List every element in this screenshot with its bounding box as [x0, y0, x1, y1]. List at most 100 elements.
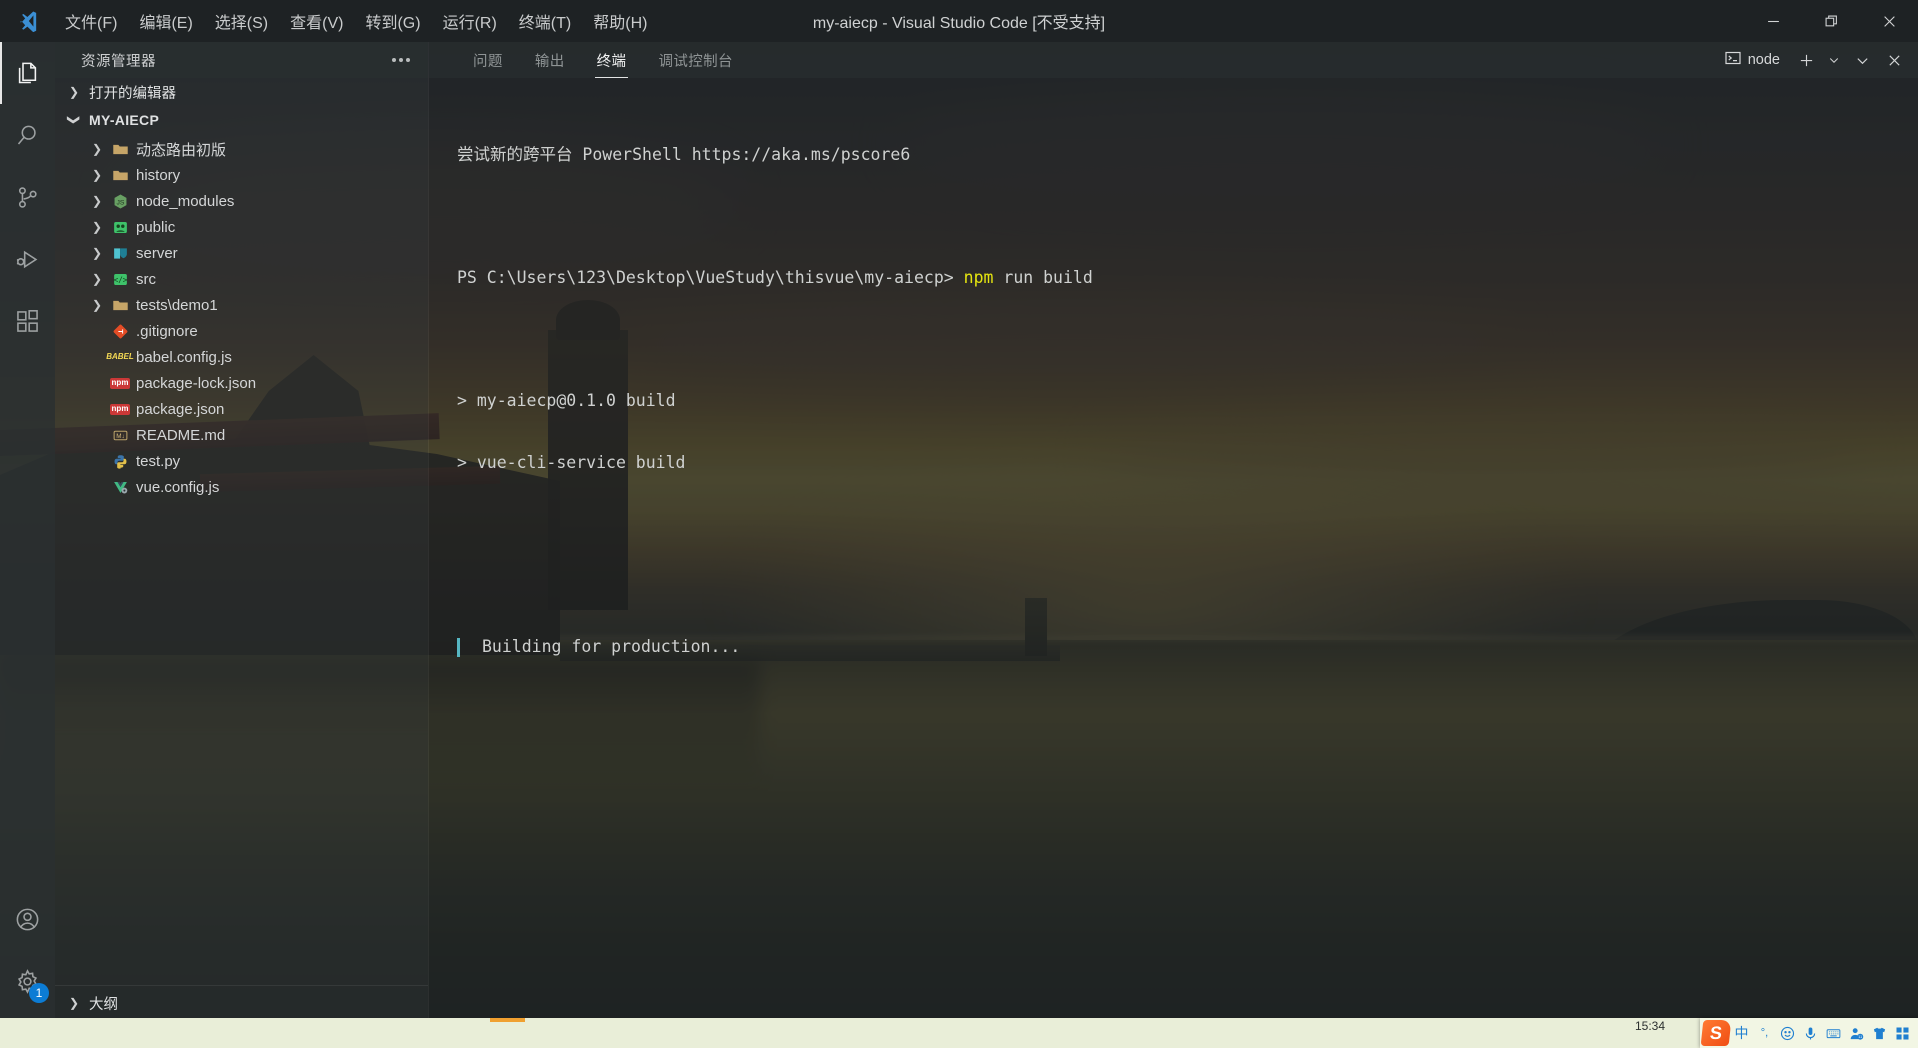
maximize-panel-button[interactable] — [1848, 46, 1876, 74]
tree-label: package-lock.json — [136, 374, 257, 392]
close-button[interactable] — [1860, 0, 1918, 42]
section-project-root[interactable]: ❯ MY-AIECP — [55, 106, 428, 134]
ime-chinese-mode-icon[interactable]: 中 — [1730, 1019, 1753, 1047]
tab-output[interactable]: 输出 — [519, 42, 581, 78]
tree-row-folder[interactable]: ❯ server — [55, 240, 428, 266]
tree-label: src — [136, 270, 156, 288]
terminal-status-line: Building for production... — [457, 637, 1918, 658]
chevron-right-icon[interactable]: ❯ — [87, 142, 107, 156]
activity-item-manage[interactable]: 1 — [0, 950, 55, 1012]
new-terminal-button[interactable] — [1792, 46, 1820, 74]
terminal-output[interactable]: 尝试新的跨平台 PowerShell https://aka.ms/pscore… — [429, 78, 1918, 1020]
tree-row-file[interactable]: test.py — [55, 448, 428, 474]
restore-button[interactable] — [1802, 0, 1860, 42]
vue-config-icon — [107, 479, 133, 496]
chevron-right-icon[interactable]: ❯ — [87, 272, 107, 286]
folder-icon — [107, 167, 133, 184]
activity-item-source-control[interactable] — [0, 166, 55, 228]
ime-toolbox-icon[interactable] — [1891, 1019, 1914, 1047]
taskbar-clock: 15:34 — [1634, 1019, 1666, 1033]
tree-row-file[interactable]: .gitignore — [55, 318, 428, 344]
activity-item-search[interactable] — [0, 104, 55, 166]
activity-item-account[interactable] — [0, 888, 55, 950]
tree-row-folder[interactable]: ❯ public — [55, 214, 428, 240]
chevron-right-icon[interactable]: ❯ — [87, 246, 107, 260]
terminal-command-accent: npm — [963, 268, 994, 287]
menu-item-terminal[interactable]: 终端(T) — [508, 4, 582, 38]
menu-item-run[interactable]: 运行(R) — [432, 4, 508, 38]
python-icon — [107, 453, 133, 470]
section-open-editors[interactable]: ❯ 打开的编辑器 — [55, 78, 428, 106]
babel-icon: BABEL — [106, 352, 134, 361]
menu-item-go[interactable]: 转到(G) — [354, 4, 431, 38]
menu-bar[interactable]: 文件(F) 编辑(E) 选择(S) 查看(V) 转到(G) 运行(R) 终端(T… — [54, 4, 658, 38]
tree-row-file[interactable]: npm package.json — [55, 396, 428, 422]
ime-soft-keyboard-icon[interactable] — [1822, 1019, 1845, 1047]
ime-voice-input-icon[interactable] — [1799, 1019, 1822, 1047]
tree-row-file[interactable]: BABEL babel.config.js — [55, 344, 428, 370]
tree-label: test.py — [136, 452, 181, 470]
sogou-logo-icon[interactable]: S — [1700, 1020, 1732, 1046]
tree-label: babel.config.js — [136, 348, 232, 366]
chevron-right-icon: ❯ — [68, 85, 80, 99]
activity-item-run-debug[interactable] — [0, 228, 55, 290]
ime-user-center-icon[interactable]: 11 — [1845, 1019, 1868, 1047]
menu-item-selection[interactable]: 选择(S) — [204, 4, 279, 38]
ime-emoji-icon[interactable] — [1776, 1019, 1799, 1047]
tree-row-file[interactable]: vue.config.js — [55, 474, 428, 500]
windows-taskbar[interactable]: 15:34 — [0, 1018, 1918, 1048]
tree-row-folder[interactable]: ❯ </> src — [55, 266, 428, 292]
tree-label: history — [136, 166, 181, 184]
terminal-cursor-bar — [457, 637, 460, 657]
terminal-selector[interactable]: node — [1717, 47, 1788, 73]
folder-icon — [107, 141, 133, 158]
menu-item-view[interactable]: 查看(V) — [279, 4, 354, 38]
tree-label: vue.config.js — [136, 478, 220, 496]
menu-item-file[interactable]: 文件(F) — [54, 4, 128, 38]
tree-row-folder[interactable]: ❯ 动态路由初版 — [55, 136, 428, 162]
menu-item-edit[interactable]: 编辑(E) — [128, 4, 203, 38]
close-panel-button[interactable] — [1880, 46, 1908, 74]
tree-label: 动态路由初版 — [136, 141, 227, 159]
sidebar-more-actions-icon[interactable] — [392, 58, 410, 62]
tree-row-folder[interactable]: ❯ JS node_modules — [55, 188, 428, 214]
section-outline[interactable]: ❯ 大纲 — [55, 985, 428, 1020]
svg-text:M↓: M↓ — [116, 433, 124, 440]
tab-debug-console[interactable]: 调试控制台 — [642, 42, 749, 78]
chevron-right-icon: ❯ — [68, 996, 80, 1010]
chevron-right-icon[interactable]: ❯ — [87, 298, 107, 312]
public-icon — [107, 219, 133, 236]
tab-problems[interactable]: 问题 — [457, 42, 519, 78]
chevron-right-icon[interactable]: ❯ — [87, 220, 107, 234]
tab-terminal[interactable]: 终端 — [581, 42, 643, 78]
panel-header: 问题 输出 终端 调试控制台 node — [429, 42, 1918, 78]
folder-icon — [107, 297, 133, 314]
menu-item-help[interactable]: 帮助(H) — [582, 4, 658, 38]
vscode-logo-icon — [0, 10, 54, 32]
ime-punctuation-mode-icon[interactable]: °, — [1753, 1019, 1776, 1047]
chevron-right-icon[interactable]: ❯ — [87, 194, 107, 208]
section-outline-header[interactable]: ❯ 大纲 — [55, 986, 428, 1020]
window-controls — [1744, 0, 1918, 42]
git-icon — [107, 323, 133, 340]
activity-item-explorer[interactable] — [0, 42, 55, 104]
workbench-body: 1 资源管理器 ❯ 打开的编辑器 ❯ MY-AIECP ❯ 动态路由初版 ❯ h… — [0, 42, 1918, 1020]
tree-label: .gitignore — [136, 322, 198, 340]
new-terminal-dropdown-button[interactable] — [1824, 46, 1844, 74]
sogou-ime-toolbar[interactable]: S 中 °, 11 — [1700, 1018, 1918, 1048]
tree-label: README.md — [136, 426, 226, 444]
minimize-button[interactable] — [1744, 0, 1802, 42]
activity-item-extensions[interactable] — [0, 290, 55, 352]
tree-row-file[interactable]: npm package-lock.json — [55, 370, 428, 396]
panel-tabs: 问题 输出 终端 调试控制台 — [457, 42, 749, 78]
terminal-command-rest: run build — [993, 268, 1093, 287]
ime-skin-icon[interactable] — [1868, 1019, 1891, 1047]
npm-icon: npm — [109, 377, 131, 389]
tree-row-folder[interactable]: ❯ history — [55, 162, 428, 188]
section-outline-label: 大纲 — [89, 996, 118, 1013]
tree-row-file[interactable]: M↓ README.md — [55, 422, 428, 448]
chevron-right-icon[interactable]: ❯ — [87, 168, 107, 182]
tree-row-folder[interactable]: ❯ tests\demo1 — [55, 292, 428, 318]
tree-label: tests\demo1 — [136, 296, 218, 314]
